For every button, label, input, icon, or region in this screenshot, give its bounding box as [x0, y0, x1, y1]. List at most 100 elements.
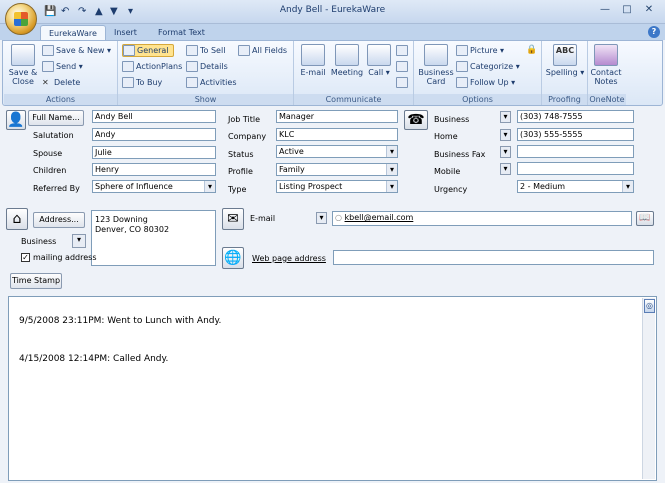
save-close-button[interactable]: Save & Close	[6, 44, 40, 86]
group-label-show: Show	[118, 94, 293, 105]
full-name-button[interactable]: Full Name...	[28, 110, 84, 126]
all-fields-button[interactable]: All Fields	[238, 45, 287, 56]
to-buy-icon	[122, 77, 134, 88]
business-phone-input[interactable]: (303) 748-7555	[517, 110, 634, 123]
mobile-chevron-icon[interactable]: ▾	[500, 163, 511, 175]
notes-scrollbar[interactable]: ◎	[642, 298, 655, 479]
phone-icon	[367, 44, 391, 66]
business-fax-input[interactable]	[517, 145, 634, 158]
meeting-icon	[335, 44, 359, 66]
categorize-button[interactable]: Categorize ▾	[456, 61, 520, 72]
mobile-label: Mobile	[434, 167, 461, 176]
address-type-label: Business	[21, 237, 57, 246]
email-chevron-icon[interactable]: ▾	[316, 212, 327, 224]
business-card-button[interactable]: Business Card	[418, 44, 454, 86]
address-book-icon[interactable]: 📖	[636, 211, 654, 226]
general-button[interactable]: General	[122, 44, 174, 57]
save-new-icon	[42, 45, 54, 56]
ribbon-group-communicate: E-mail Meeting Call ▾ Communicate	[294, 41, 414, 105]
map-icon[interactable]	[396, 45, 408, 56]
salutation-input[interactable]: Andy	[92, 128, 216, 141]
all-fields-icon	[238, 45, 250, 56]
home-phone-input[interactable]: (303) 555-5555	[517, 128, 634, 141]
time-stamp-button[interactable]: Time Stamp	[10, 273, 62, 289]
spouse-input[interactable]: Julie	[92, 146, 216, 159]
picture-button[interactable]: Picture ▾	[456, 45, 504, 56]
action-plans-icon	[122, 61, 134, 72]
urgency-select[interactable]: 2 - Medium	[517, 180, 634, 193]
web-icon[interactable]	[396, 61, 408, 72]
help-icon[interactable]: ?	[648, 26, 660, 38]
full-name-input[interactable]: Andy Bell	[92, 110, 216, 123]
email-icon	[301, 44, 325, 66]
notes-textarea[interactable]: 9/5/2008 23:11PM: Went to Lunch with And…	[8, 296, 657, 481]
delete-button[interactable]: ✕ Delete	[42, 77, 80, 88]
status-label: Status	[228, 150, 254, 159]
delete-icon: ✕	[42, 78, 49, 87]
referred-by-select[interactable]: Sphere of Influence	[92, 180, 216, 193]
spelling-button[interactable]: ABC Spelling ▾	[544, 44, 586, 77]
web-page-input[interactable]	[333, 250, 654, 265]
address-textarea[interactable]: 123 Downing Denver, CO 80302	[91, 210, 216, 266]
send-button[interactable]: Send ▾	[42, 61, 83, 72]
lock-icon[interactable]: 🔒	[526, 45, 537, 55]
company-input[interactable]: KLC	[276, 128, 398, 141]
email-button[interactable]: E-mail	[298, 44, 328, 77]
tab-insert[interactable]: Insert	[106, 25, 145, 40]
address-type-chevron-icon[interactable]: ▾	[72, 234, 86, 248]
spouse-label: Spouse	[33, 149, 63, 158]
business-card-icon	[424, 44, 448, 66]
tab-eurekaware[interactable]: EurekaWare	[40, 25, 106, 40]
type-select[interactable]: Listing Prospect	[276, 180, 398, 193]
group-label-proofing: Proofing	[542, 94, 587, 105]
save-new-button[interactable]: Save & New ▾	[42, 45, 111, 56]
close-button[interactable]: ✕	[639, 3, 659, 17]
meeting-button[interactable]: Meeting	[330, 44, 364, 77]
maximize-button[interactable]: □	[617, 3, 637, 17]
address-button[interactable]: Address...	[33, 212, 85, 228]
office-button[interactable]	[5, 3, 37, 35]
group-label-options: Options	[414, 94, 541, 105]
profile-select[interactable]: Family	[276, 163, 398, 176]
group-label-onenote: OneNote	[588, 94, 626, 105]
picture-icon	[456, 45, 468, 56]
job-title-input[interactable]: Manager	[276, 110, 398, 123]
email-input[interactable]: ○ kbell@email.com	[332, 211, 632, 226]
business-phone-chevron-icon[interactable]: ▾	[500, 111, 511, 123]
action-plans-button[interactable]: ActionPlans	[122, 61, 182, 72]
to-sell-button[interactable]: To Sell	[186, 45, 225, 56]
to-buy-button[interactable]: To Buy	[122, 77, 162, 88]
business-fax-chevron-icon[interactable]: ▾	[500, 146, 511, 158]
status-select[interactable]: Active	[276, 145, 398, 158]
note-entry-2: 4/15/2008 12:14PM: Called Andy.	[19, 354, 169, 364]
children-label: Children	[33, 166, 67, 175]
contact-person-icon: 👤	[6, 110, 26, 130]
referred-by-label: Referred By	[33, 184, 80, 193]
group-label-communicate: Communicate	[294, 94, 413, 105]
home-phone-label: Home	[434, 132, 458, 141]
mailing-address-checkbox[interactable]: ✓	[21, 253, 30, 262]
home-phone-chevron-icon[interactable]: ▾	[500, 129, 511, 141]
activities-button[interactable]: Activities	[186, 77, 237, 88]
job-title-label: Job Title	[228, 115, 261, 124]
call-button[interactable]: Call ▾	[366, 44, 392, 77]
tab-format-text[interactable]: Format Text	[150, 25, 213, 40]
details-button[interactable]: Details	[186, 61, 228, 72]
ribbon-group-options: Business Card Picture ▾ Categorize ▾ Fol…	[414, 41, 542, 105]
minimize-button[interactable]: —	[595, 3, 615, 17]
follow-up-button[interactable]: Follow Up ▾	[456, 77, 515, 88]
web-page-icon: 🌐	[222, 247, 244, 269]
email-envelope-icon: ✉	[222, 208, 244, 230]
activity-icon[interactable]	[396, 77, 408, 88]
scroll-expand-icon[interactable]: ◎	[644, 299, 655, 313]
activities-icon	[186, 77, 198, 88]
flag-icon	[456, 77, 468, 88]
mailing-address-label: mailing address	[33, 253, 97, 262]
ribbon-group-show: General ActionPlans To Buy To Sell Detai…	[118, 41, 294, 105]
urgency-label: Urgency	[434, 185, 468, 194]
contact-notes-button[interactable]: Contact Notes	[588, 44, 624, 86]
children-input[interactable]: Henry	[92, 163, 216, 176]
ribbon-group-proofing: ABC Spelling ▾ Proofing	[542, 41, 588, 105]
web-page-label[interactable]: Web page address	[252, 253, 326, 265]
mobile-input[interactable]	[517, 162, 634, 175]
